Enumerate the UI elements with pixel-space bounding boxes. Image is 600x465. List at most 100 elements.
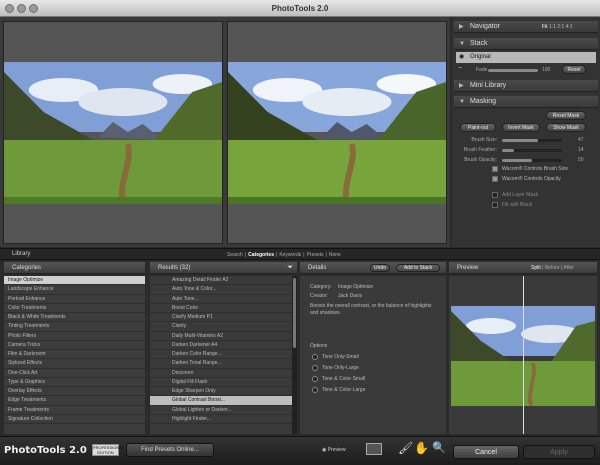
apply-button[interactable]: Apply [523,445,595,459]
result-item[interactable]: Amazing Detail Finder A2 [150,276,292,286]
option-radio[interactable] [312,376,318,382]
result-item[interactable]: Boost Color [150,304,292,313]
option-radio[interactable] [312,365,318,371]
result-item[interactable]: Darken Color Range... [150,350,292,360]
masking-label: Masking [470,98,497,105]
result-item[interactable]: Clarity [150,322,292,332]
mask-checkbox[interactable] [492,166,498,172]
result-item[interactable]: Highlight Finder... [150,415,292,424]
reset-mask-button[interactable]: Reset Mask [546,111,586,120]
before-image-pane[interactable] [3,21,223,244]
result-item[interactable]: Digital Fill Flash [150,378,292,387]
minus-icon[interactable]: − [458,65,462,72]
mask-slider-label: Brush Feather: [463,147,497,153]
zoom-icon[interactable]: 🔍 [432,441,446,454]
mask-slider-value: 47 [578,137,584,143]
library-tab-categories[interactable]: Categories [248,252,274,258]
navigator-header[interactable]: ▶ Navigator Fit 1:1 2:1 4:1 [454,21,598,33]
cancel-button[interactable]: Cancel [453,445,519,459]
hand-icon[interactable]: ✋ [414,441,429,455]
category-item[interactable]: One-Click Art [4,369,145,378]
preview-mode-after[interactable]: After [563,265,574,271]
category-item[interactable]: Image Optimize [4,276,145,286]
preview-mode-before[interactable]: Before [545,265,560,271]
masking-header[interactable]: ▼ Masking [454,96,598,108]
mask-slider[interactable] [502,159,562,162]
reset-fade-button[interactable]: Reset [562,65,586,74]
option-label: Tone Only-Small [322,354,359,360]
collapse-triangle-icon: ▶ [459,83,464,89]
mask-checkbox-label: Wacom® Controls Brush Size [502,166,569,172]
zoom-4-1[interactable]: 4:1 [566,24,573,30]
details-panel: Category: Image Optimize Creator: Jack D… [300,276,446,434]
category-item[interactable]: Black & White Treatments [4,313,145,323]
preview-toggle[interactable]: ◉ Preview [322,447,346,453]
add-to-stack-button[interactable]: Add to Stack [396,264,440,272]
category-item[interactable]: Stylized Effects [4,359,145,369]
mini-library-header[interactable]: ▶ Mini Library [454,80,598,92]
category-item[interactable]: Overlay Effects [4,387,145,397]
invert-mask-button[interactable]: Invert Mask [502,123,540,132]
category-item[interactable]: Color Treatments [4,304,145,313]
library-tab-none[interactable]: None [329,252,341,258]
mask-checkbox[interactable] [492,176,498,182]
results-scrollbar[interactable] [292,276,297,434]
option-radio[interactable] [312,387,318,393]
mask-slider-label: Brush Opacity: [464,157,497,163]
result-item[interactable]: Auto Tone... [150,295,292,304]
fade-slider[interactable] [488,69,538,72]
result-item[interactable]: Global Contrast Boost... [150,396,292,406]
after-image-pane[interactable] [227,21,447,244]
zoom-options[interactable]: Fit 1:1 2:1 4:1 [542,21,573,33]
mask-slider[interactable] [502,139,562,142]
zoom-2-1[interactable]: 2:1 [557,24,564,30]
expand-triangle-icon: ▼ [459,41,465,47]
result-item[interactable]: Auto Tone & Color... [150,285,292,295]
brush-icon[interactable]: 🖌 [398,441,413,455]
preview-mode-split[interactable]: Split [531,265,541,271]
options-label: Options [310,343,328,349]
library-tab-keywords[interactable]: Keywords [279,252,301,258]
option-radio[interactable] [312,354,318,360]
zoom-1-1[interactable]: 1:1 [549,24,556,30]
show-mask-button[interactable]: Show Mask [546,123,586,132]
mask-checkbox[interactable] [492,202,498,208]
category-item[interactable]: Camera Tricks [4,341,145,350]
category-item[interactable]: Portrait Enhance [4,295,145,304]
result-item[interactable]: Clarify Medium P1 [150,313,292,323]
paint-out-button[interactable]: Paint-out [460,123,496,132]
result-item[interactable]: Darken Tonal Range... [150,359,292,369]
eye-icon: ◉ [322,447,327,453]
stack-header[interactable]: ▼ Stack [454,38,598,50]
category-item[interactable]: Film & Darkroom [4,350,145,360]
category-item[interactable]: Signature Collection [4,415,145,424]
filter-icon[interactable]: ⏷ [287,262,293,274]
mask-slider[interactable] [502,149,562,152]
find-presets-online-button[interactable]: Find Presets Online... [126,443,214,457]
compare-view-icon[interactable] [366,443,382,455]
category-item[interactable]: Edge Treatments [4,396,145,406]
navigator-label: Navigator [470,23,500,30]
library-tab-search[interactable]: Search [227,252,243,258]
original-layer-label: Original [470,54,491,60]
category-item[interactable]: Type & Graphics [4,378,145,387]
result-item[interactable]: Descreen [150,369,292,378]
category-item[interactable]: Tinting Treatments [4,322,145,332]
eye-icon[interactable]: ◉ [459,52,464,63]
result-item[interactable]: Global Lighten or Darken... [150,406,292,415]
split-divider[interactable] [523,276,524,434]
undo-button[interactable]: Undo [370,264,390,272]
result-item[interactable]: Darken Darkener A4 [150,341,292,350]
mask-checkbox[interactable] [492,192,498,198]
zoom-fit[interactable]: Fit [542,24,548,30]
category-item[interactable]: Photo Filters [4,332,145,341]
library-tab-presets[interactable]: Presets [307,252,324,258]
category-item[interactable]: Landscape Enhance [4,285,145,295]
app-logo: PhotoTools 2.0 [4,445,87,456]
preview-modes: Split | Before | After [531,265,574,271]
category-item[interactable]: Frame Treatments [4,406,145,415]
stack-layer-original[interactable]: ◉ Original [456,52,596,63]
scrollbar-thumb[interactable] [293,278,296,348]
result-item[interactable]: Daily Multi-Vitamins A2 [150,332,292,341]
result-item[interactable]: Edge Sharpen Only [150,387,292,397]
